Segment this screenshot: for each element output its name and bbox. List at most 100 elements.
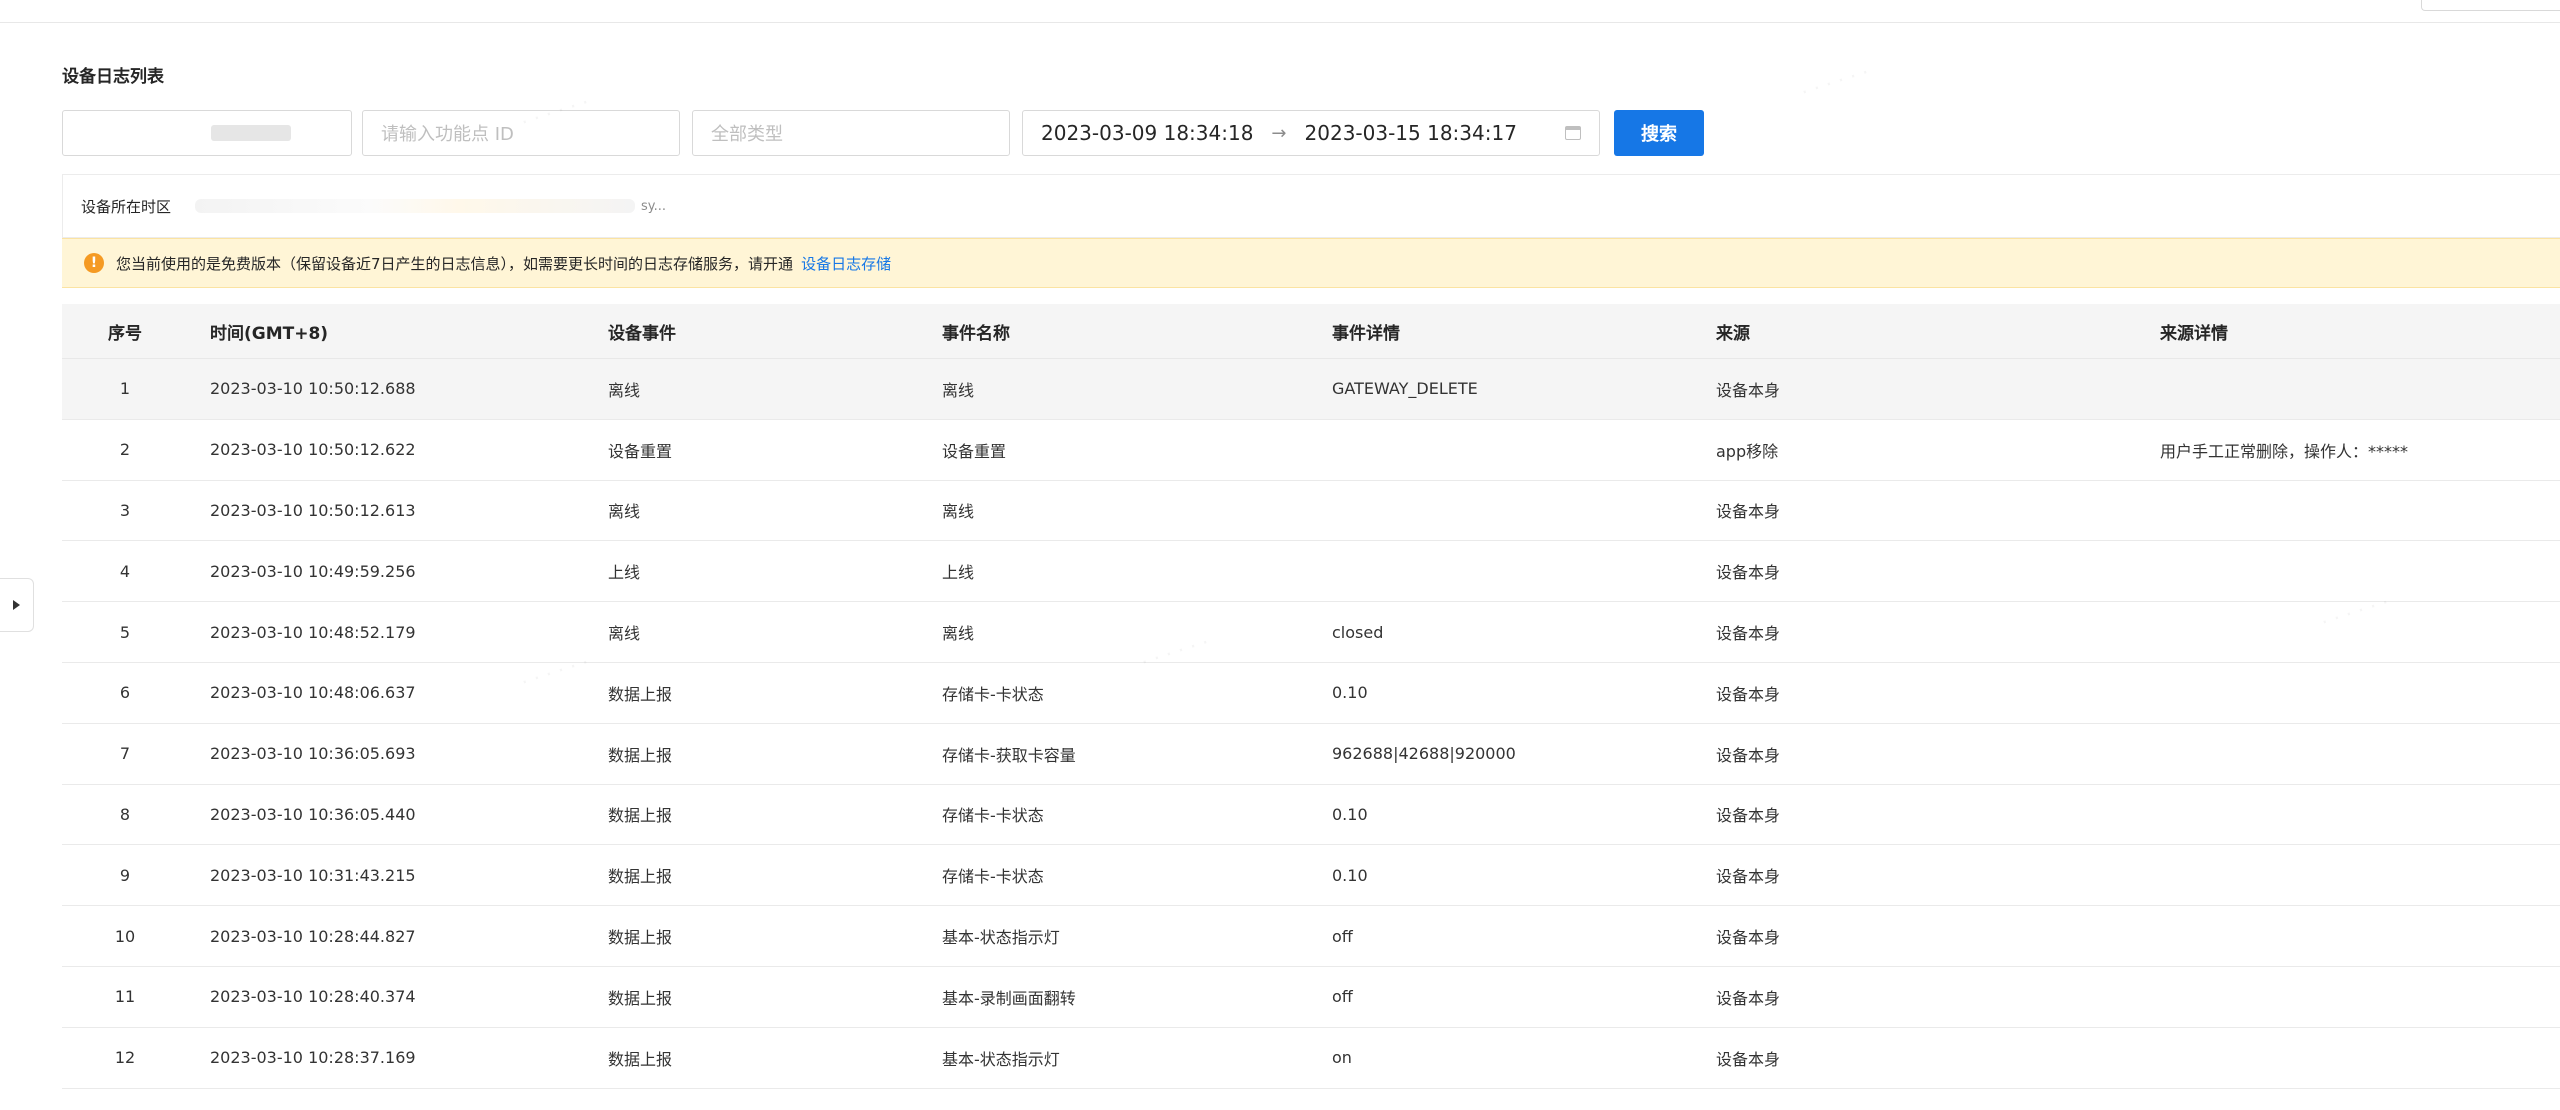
warning-icon: ! bbox=[84, 253, 104, 273]
date-start[interactable]: 2023-03-09 18:34:18 bbox=[1041, 121, 1253, 145]
cell-event-name: 设备重置 bbox=[934, 419, 1326, 481]
cell-seq: 9 bbox=[62, 844, 188, 907]
cell-event: 离线 bbox=[572, 358, 934, 420]
free-version-notice: ! 您当前使用的是免费版本（保留设备近7日产生的日志信息），如需要更长时间的日志… bbox=[62, 238, 2560, 288]
watermark: · · · · · · bbox=[1798, 59, 1872, 105]
cell-seq: 6 bbox=[62, 662, 188, 724]
calendar-icon[interactable] bbox=[1565, 126, 1581, 140]
cell-source: 设备本身 bbox=[1706, 480, 2084, 542]
cell-time: 2023-03-10 10:36:05.440 bbox=[188, 784, 572, 846]
cell-time: 2023-03-10 10:50:12.622 bbox=[188, 419, 572, 481]
cell-event-name: 基本-录制画面翻转 bbox=[934, 966, 1326, 1028]
timezone-bar: 设备所在时区 sy... bbox=[62, 174, 2560, 238]
search-button[interactable]: 搜索 bbox=[1614, 110, 1704, 156]
cell-seq: 2 bbox=[62, 419, 188, 481]
cell-event: 数据上报 bbox=[572, 662, 934, 724]
cell-source-detail: 用户手工正常删除，操作人：***** bbox=[2084, 419, 2560, 481]
cell-seq: 3 bbox=[62, 480, 188, 542]
cell-seq: 1 bbox=[62, 358, 188, 420]
cell-seq: 10 bbox=[62, 905, 188, 967]
cell-source-detail bbox=[2084, 601, 2560, 663]
device-log-table: 序号 时间(GMT+8) 设备事件 事件名称 事件详情 来源 来源详情 1 202… bbox=[62, 304, 2560, 1089]
timezone-label: 设备所在时区 bbox=[81, 197, 172, 216]
cell-event: 数据上报 bbox=[572, 966, 934, 1028]
column-header-event: 设备事件 bbox=[572, 304, 934, 359]
date-range-picker[interactable]: 2023-03-09 18:34:18 → 2023-03-15 18:34:1… bbox=[1022, 110, 1600, 156]
cell-event-name: 离线 bbox=[934, 601, 1326, 663]
column-header-time: 时间(GMT+8) bbox=[188, 304, 572, 359]
cell-source: 设备本身 bbox=[1706, 966, 2084, 1028]
top-right-control[interactable] bbox=[2421, 0, 2560, 11]
cell-source-detail bbox=[2084, 966, 2560, 1028]
table-row[interactable]: 10 2023-03-10 10:28:44.827 数据上报 基本-状态指示灯 off… bbox=[62, 905, 2560, 967]
table-row[interactable]: 3 2023-03-10 10:50:12.613 离线 离线 设备本身 bbox=[62, 480, 2560, 542]
table-row[interactable]: 12 2023-03-10 10:28:37.169 数据上报 基本-状态指示灯 on 设… bbox=[62, 1027, 2560, 1089]
table-header-row: 序号 时间(GMT+8) 设备事件 事件名称 事件详情 来源 来源详情 bbox=[62, 304, 2560, 359]
cell-source-detail bbox=[2084, 358, 2560, 420]
cell-time: 2023-03-10 10:50:12.613 bbox=[188, 480, 572, 542]
cell-event-name: 离线 bbox=[934, 358, 1326, 420]
cell-event: 上线 bbox=[572, 540, 934, 603]
column-header-event-detail: 事件详情 bbox=[1326, 304, 1706, 359]
cell-event: 数据上报 bbox=[572, 844, 934, 907]
cell-seq: 4 bbox=[62, 540, 188, 603]
cell-seq: 7 bbox=[62, 723, 188, 785]
cell-time: 2023-03-10 10:48:52.179 bbox=[188, 601, 572, 663]
cell-event-name: 存储卡-获取卡容量 bbox=[934, 723, 1326, 785]
cell-event-name: 上线 bbox=[934, 540, 1326, 603]
log-storage-link[interactable]: 设备日志存储 bbox=[801, 253, 891, 274]
cell-source: 设备本身 bbox=[1706, 905, 2084, 967]
cell-source: 设备本身 bbox=[1706, 844, 2084, 907]
table-row[interactable]: 4 2023-03-10 10:49:59.256 上线 上线 设备本身 bbox=[62, 540, 2560, 603]
cell-event: 设备重置 bbox=[572, 419, 934, 481]
cell-time: 2023-03-10 10:31:43.215 bbox=[188, 844, 572, 907]
table-row[interactable]: 1 2023-03-10 10:50:12.688 离线 离线 GATEWAY_DELE… bbox=[62, 358, 2560, 420]
cell-source: 设备本身 bbox=[1706, 723, 2084, 785]
cell-event-detail: off bbox=[1326, 905, 1706, 967]
event-type-select[interactable]: 全部类型 bbox=[692, 110, 1010, 156]
cell-time: 2023-03-10 10:28:40.374 bbox=[188, 966, 572, 1028]
cell-event-name: 离线 bbox=[934, 480, 1326, 542]
table-row[interactable]: 9 2023-03-10 10:31:43.215 数据上报 存储卡-卡状态 0.10 设… bbox=[62, 844, 2560, 907]
cell-seq: 12 bbox=[62, 1027, 188, 1089]
page-title: 设备日志列表 bbox=[62, 67, 164, 87]
cell-event-detail: on bbox=[1326, 1027, 1706, 1089]
top-bar bbox=[0, 0, 2560, 23]
cell-source: 设备本身 bbox=[1706, 662, 2084, 724]
cell-source-detail bbox=[2084, 905, 2560, 967]
table-row[interactable]: 5 2023-03-10 10:48:52.179 离线 离线 closed 设备本身 bbox=[62, 601, 2560, 663]
cell-time: 2023-03-10 10:28:44.827 bbox=[188, 905, 572, 967]
cell-seq: 11 bbox=[62, 966, 188, 1028]
cell-time: 2023-03-10 10:48:06.637 bbox=[188, 662, 572, 724]
cell-event-detail: 0.10 bbox=[1326, 662, 1706, 724]
cell-event-name: 存储卡-卡状态 bbox=[934, 844, 1326, 907]
cell-event-detail bbox=[1326, 419, 1706, 481]
column-header-seq: 序号 bbox=[62, 304, 188, 359]
caret-right-icon bbox=[13, 600, 20, 610]
cell-source: 设备本身 bbox=[1706, 1027, 2084, 1089]
table-row[interactable]: 2 2023-03-10 10:50:12.622 设备重置 设备重置 app移除 用户手… bbox=[62, 419, 2560, 481]
table-row[interactable]: 11 2023-03-10 10:28:40.374 数据上报 基本-录制画面翻转 of… bbox=[62, 966, 2560, 1028]
cell-source-detail bbox=[2084, 1027, 2560, 1089]
cell-event-name: 存储卡-卡状态 bbox=[934, 662, 1326, 724]
table-row[interactable]: 7 2023-03-10 10:36:05.693 数据上报 存储卡-获取卡容量 962… bbox=[62, 723, 2560, 785]
cell-event-detail: closed bbox=[1326, 601, 1706, 663]
device-id-input[interactable] bbox=[62, 110, 352, 156]
cell-event-detail: 962688|42688|920000 bbox=[1326, 723, 1706, 785]
cell-event: 数据上报 bbox=[572, 1027, 934, 1089]
cell-source-detail bbox=[2084, 784, 2560, 846]
function-point-placeholder: 请输入功能点 ID bbox=[381, 124, 514, 145]
table-row[interactable]: 6 2023-03-10 10:48:06.637 数据上报 存储卡-卡状态 0.10 设… bbox=[62, 662, 2560, 724]
function-point-input[interactable]: 请输入功能点 ID bbox=[362, 110, 680, 156]
cell-event-name: 基本-状态指示灯 bbox=[934, 1027, 1326, 1089]
cell-event-detail bbox=[1326, 540, 1706, 603]
cell-event-name: 基本-状态指示灯 bbox=[934, 905, 1326, 967]
sidebar-expand-toggle[interactable] bbox=[0, 578, 34, 632]
cell-seq: 5 bbox=[62, 601, 188, 663]
cell-event: 数据上报 bbox=[572, 905, 934, 967]
date-end[interactable]: 2023-03-15 18:34:17 bbox=[1305, 121, 1517, 145]
cell-event: 离线 bbox=[572, 601, 934, 663]
table-row[interactable]: 8 2023-03-10 10:36:05.440 数据上报 存储卡-卡状态 0.10 设… bbox=[62, 784, 2560, 846]
cell-event-detail: off bbox=[1326, 966, 1706, 1028]
cell-event-name: 存储卡-卡状态 bbox=[934, 784, 1326, 846]
